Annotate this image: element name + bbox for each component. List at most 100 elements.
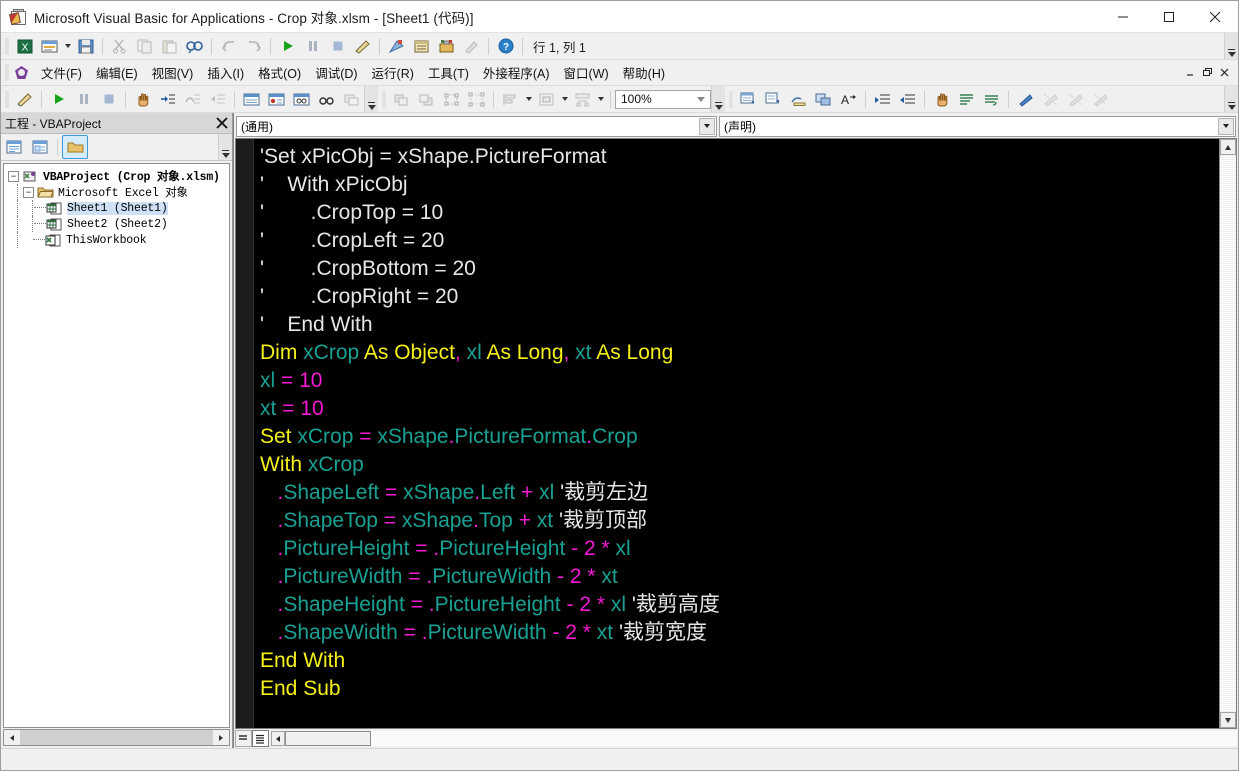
mdi-restore-button[interactable]	[1199, 65, 1216, 81]
zoom-combobox[interactable]: 100%	[615, 89, 711, 109]
cut-icon[interactable]	[107, 34, 132, 58]
insert-object-icon[interactable]	[37, 34, 62, 58]
hand-icon[interactable]	[130, 87, 155, 111]
center-dropdown[interactable]	[559, 88, 570, 110]
close-button[interactable]	[1192, 2, 1238, 32]
comment-block-icon[interactable]	[954, 87, 979, 111]
pause-icon[interactable]	[71, 87, 96, 111]
project-tree[interactable]: − VBAProject (Crop 对象.xlsm) − Microsoft …	[3, 163, 230, 728]
design-mode-icon[interactable]	[12, 87, 37, 111]
edit-toolbar-grip[interactable]	[5, 90, 9, 108]
view-excel-icon[interactable]: X	[12, 34, 37, 58]
call-stack-icon[interactable]	[339, 87, 364, 111]
design-mode-icon[interactable]	[350, 34, 375, 58]
view-code-icon[interactable]	[1, 135, 27, 159]
view-object-icon[interactable]	[27, 135, 53, 159]
project-explorer-close-button[interactable]	[212, 114, 232, 132]
uncomment-block-icon[interactable]	[979, 87, 1004, 111]
save-icon[interactable]	[73, 34, 98, 58]
toggle-folders-icon[interactable]	[62, 135, 88, 159]
bookmark-next-icon[interactable]	[1038, 87, 1063, 111]
run-icon[interactable]	[275, 34, 300, 58]
quick-watch-icon[interactable]	[289, 87, 314, 111]
find-icon[interactable]	[182, 34, 207, 58]
procedure-combobox[interactable]: (声明)	[719, 115, 1236, 137]
scrollbar-track[interactable]	[1220, 155, 1236, 712]
project-toolbar-overflow[interactable]	[218, 134, 232, 160]
outdent-icon[interactable]	[895, 87, 920, 111]
spacing-dropdown[interactable]	[595, 88, 606, 110]
menu-item-insert[interactable]: 插入(I)	[200, 60, 251, 86]
full-module-view-button[interactable]	[252, 730, 269, 747]
list-properties-icon[interactable]	[736, 87, 761, 111]
code-toolbar-grip[interactable]	[729, 90, 733, 108]
scroll-right-icon[interactable]	[213, 730, 229, 745]
toolbar-grip[interactable]	[5, 37, 9, 55]
scroll-down-icon[interactable]	[1220, 712, 1236, 728]
align-dropdown[interactable]	[523, 88, 534, 110]
properties-window-icon[interactable]	[409, 34, 434, 58]
ungroup-icon[interactable]	[464, 87, 489, 111]
edit-toolbar-overflow-3[interactable]	[1224, 86, 1238, 112]
parameter-info-icon[interactable]	[811, 87, 836, 111]
format-toolbar-grip[interactable]	[382, 90, 386, 108]
expander-icon[interactable]: −	[8, 170, 19, 182]
code-vertical-scrollbar[interactable]	[1219, 139, 1236, 728]
group-icon[interactable]	[439, 87, 464, 111]
expander-icon[interactable]: −	[23, 186, 34, 198]
code-margin-indicator-bar[interactable]	[236, 139, 254, 728]
binoculars-icon[interactable]	[314, 87, 339, 111]
procedure-view-button[interactable]	[235, 730, 252, 747]
mdi-close-button[interactable]	[1216, 65, 1233, 81]
send-back-icon[interactable]	[414, 87, 439, 111]
menu-item-addins[interactable]: 外接程序(A)	[476, 60, 557, 86]
project-horizontal-scrollbar[interactable]	[3, 729, 230, 746]
tree-item-thisworkbook[interactable]: ThisWorkbook	[4, 232, 229, 248]
indent-icon[interactable]	[870, 87, 895, 111]
menu-item-debug[interactable]: 调试(D)	[308, 60, 364, 86]
step-into-icon[interactable]	[155, 87, 180, 111]
scroll-left-icon[interactable]	[4, 730, 20, 745]
menu-item-file[interactable]: 文件(F)	[34, 60, 89, 86]
chevron-down-icon[interactable]	[693, 93, 708, 106]
pause-icon[interactable]	[300, 34, 325, 58]
locals-window-icon[interactable]	[239, 87, 264, 111]
align-icon[interactable]	[498, 87, 523, 111]
bookmark-prev-icon[interactable]	[1063, 87, 1088, 111]
stop-icon[interactable]	[325, 34, 350, 58]
toolbar-overflow-button[interactable]	[1224, 33, 1238, 59]
menu-item-help[interactable]: 帮助(H)	[616, 60, 672, 86]
spacing-icon[interactable]	[570, 87, 595, 111]
bring-front-icon[interactable]	[389, 87, 414, 111]
copy-icon[interactable]	[132, 34, 157, 58]
menu-item-run[interactable]: 运行(R)	[365, 60, 421, 86]
object-browser-icon[interactable]	[459, 34, 484, 58]
menu-item-edit[interactable]: 编辑(E)	[89, 60, 145, 86]
run-icon[interactable]	[46, 87, 71, 111]
menu-item-tools[interactable]: 工具(T)	[421, 60, 476, 86]
minimize-button[interactable]	[1100, 2, 1146, 32]
undo-icon[interactable]	[216, 34, 241, 58]
step-out-icon[interactable]	[205, 87, 230, 111]
quick-info-icon[interactable]	[786, 87, 811, 111]
toolbox-icon[interactable]	[434, 34, 459, 58]
help-icon[interactable]: ?	[493, 34, 518, 58]
center-icon[interactable]	[534, 87, 559, 111]
menu-item-format[interactable]: 格式(O)	[251, 60, 308, 86]
maximize-button[interactable]	[1146, 2, 1192, 32]
code-text[interactable]: 'Set xPicObj = xShape.PictureFormat ' Wit…	[254, 139, 1219, 728]
complete-word-icon[interactable]: A	[836, 87, 861, 111]
object-combobox[interactable]: (通用)	[236, 115, 717, 137]
watch-window-icon[interactable]	[264, 87, 289, 111]
redo-icon[interactable]	[241, 34, 266, 58]
tree-item-sheet2[interactable]: Sheet2 (Sheet2)	[4, 216, 229, 232]
code-horizontal-scrollbar-thumb[interactable]	[285, 731, 371, 746]
bookmark-clear-icon[interactable]	[1088, 87, 1113, 111]
chevron-down-icon[interactable]	[1218, 117, 1234, 135]
scrollbar-thumb[interactable]	[20, 730, 213, 745]
tree-item-excel-objects[interactable]: − Microsoft Excel 对象	[4, 184, 229, 200]
hand-icon[interactable]	[929, 87, 954, 111]
menu-item-window[interactable]: 窗口(W)	[557, 60, 616, 86]
step-over-icon[interactable]	[180, 87, 205, 111]
code-scroll-left-icon[interactable]	[271, 731, 285, 746]
